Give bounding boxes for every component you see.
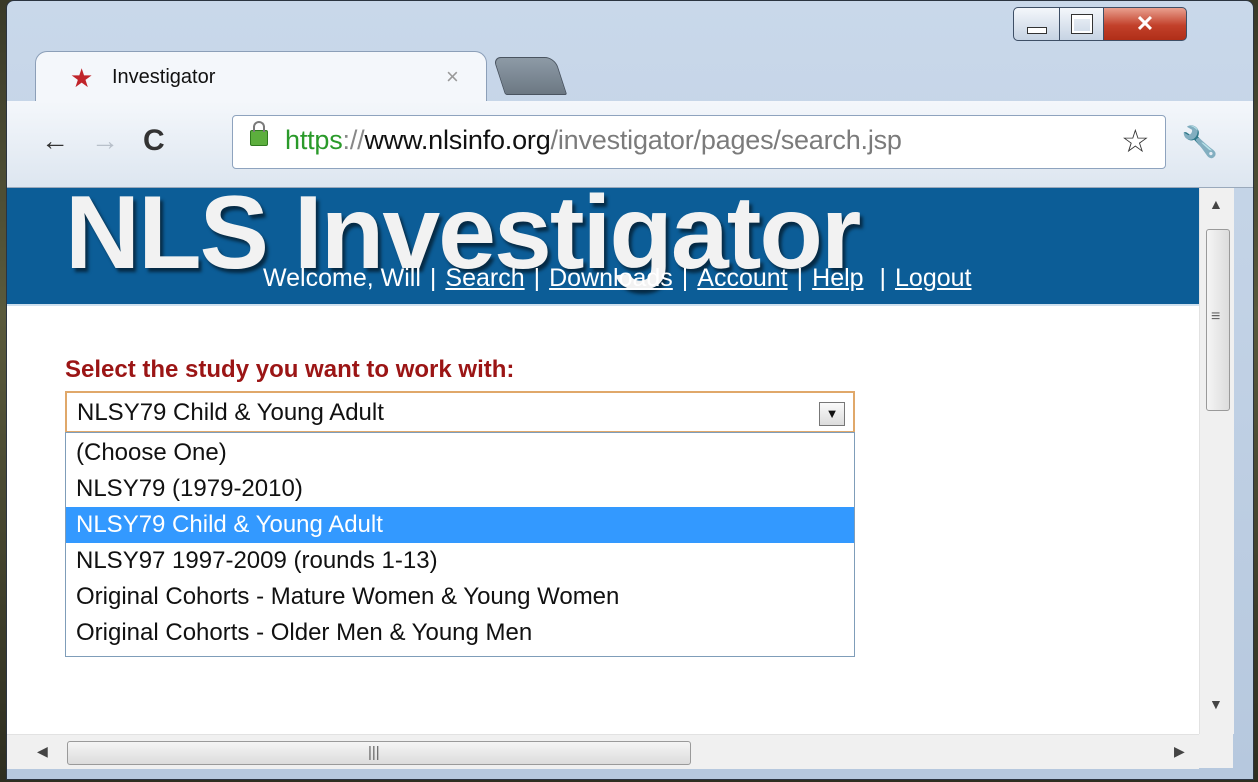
star-outline-icon[interactable]: ☆: [1121, 122, 1150, 160]
url-separator: ://: [342, 125, 365, 155]
study-select-label: Select the study you want to work with:: [65, 356, 515, 383]
scroll-left-icon[interactable]: ◀: [37, 743, 48, 760]
maximize-icon: [1071, 14, 1093, 34]
page-viewport: NLS Investigator Welcome, Will | Search | Do…: [7, 188, 1199, 734]
horizontal-scroll-thumb[interactable]: |||: [67, 741, 691, 765]
back-arrow-icon[interactable]: ←: [41, 126, 69, 156]
grip-icon: |||: [368, 744, 380, 761]
tab-close-icon[interactable]: ×: [446, 64, 459, 90]
horizontal-scrollbar[interactable]: ◀ ||| ▶: [7, 734, 1199, 769]
browser-toolbar: ← → C https://www.nlsinfo.org/investigat…: [7, 101, 1253, 188]
scroll-up-icon[interactable]: ▲: [1209, 196, 1223, 212]
study-select[interactable]: NLSY79 Child & Young Adult ▼: [65, 391, 855, 433]
vertical-scrollbar[interactable]: ▲ ≡ ▼: [1199, 188, 1234, 734]
scroll-right-icon[interactable]: ▶: [1174, 743, 1185, 760]
nav-help-link[interactable]: Help: [812, 264, 863, 292]
study-option[interactable]: NLSY97 1997-2009 (rounds 1-13): [66, 543, 854, 579]
scrollbar-corner: [1199, 734, 1233, 768]
study-option[interactable]: (Choose One): [66, 435, 854, 471]
close-window-button[interactable]: ✕: [1103, 7, 1187, 41]
nav-search-link[interactable]: Search: [445, 264, 524, 292]
minimize-icon: [1027, 26, 1047, 34]
nav-account-link[interactable]: Account: [697, 264, 787, 292]
new-tab-button[interactable]: [492, 57, 568, 95]
nav-logout-link[interactable]: Logout: [895, 264, 971, 292]
site-nav: Welcome, Will | Search | Downloads | Account | H…: [263, 264, 972, 292]
url-path: /investigator/pages/search.jsp: [550, 125, 902, 155]
url-host: www.nlsinfo.org: [364, 125, 551, 155]
url-scheme: https: [285, 125, 343, 155]
tab-title: Investigator: [112, 66, 216, 88]
site-banner: NLS Investigator Welcome, Will | Search | Do…: [7, 188, 1199, 304]
star-icon: ★: [70, 63, 94, 93]
study-option-highlighted[interactable]: NLSY79 Child & Young Adult: [66, 507, 854, 543]
vertical-scroll-thumb[interactable]: ≡: [1206, 229, 1230, 411]
reload-icon[interactable]: C: [143, 126, 165, 156]
wrench-icon[interactable]: 🔧: [1181, 125, 1218, 160]
study-dropdown-list: (Choose One) NLSY79 (1979-2010) NLSY79 C…: [65, 432, 855, 657]
address-bar[interactable]: https://www.nlsinfo.org/investigator/pag…: [232, 115, 1166, 169]
close-icon: ✕: [1135, 11, 1155, 36]
scroll-down-icon[interactable]: ▼: [1209, 696, 1223, 712]
url-text[interactable]: https://www.nlsinfo.org/investigator/pag…: [285, 125, 902, 156]
chevron-down-icon[interactable]: ▼: [819, 402, 845, 426]
study-option[interactable]: Original Cohorts - Older Men & Young Men: [66, 615, 854, 651]
welcome-text: Welcome, Will: [263, 264, 421, 292]
study-option[interactable]: Original Cohorts - Mature Women & Young …: [66, 579, 854, 615]
grip-icon: ≡: [1211, 308, 1221, 325]
minimize-button[interactable]: [1013, 7, 1061, 41]
banner-divider: [7, 304, 1199, 306]
tab-investigator[interactable]: ★ Investigator ×: [35, 51, 487, 104]
lock-icon: [250, 121, 268, 146]
nav-downloads-link[interactable]: Downloads: [549, 264, 673, 292]
maximize-button[interactable]: [1059, 7, 1105, 41]
browser-window: ✕ ★ Investigator × ← → C https://www.nls…: [6, 0, 1254, 780]
forward-arrow-icon[interactable]: →: [91, 126, 119, 156]
study-option[interactable]: NLSY79 (1979-2010): [66, 471, 854, 507]
study-select-value: NLSY79 Child & Young Adult: [77, 399, 384, 426]
